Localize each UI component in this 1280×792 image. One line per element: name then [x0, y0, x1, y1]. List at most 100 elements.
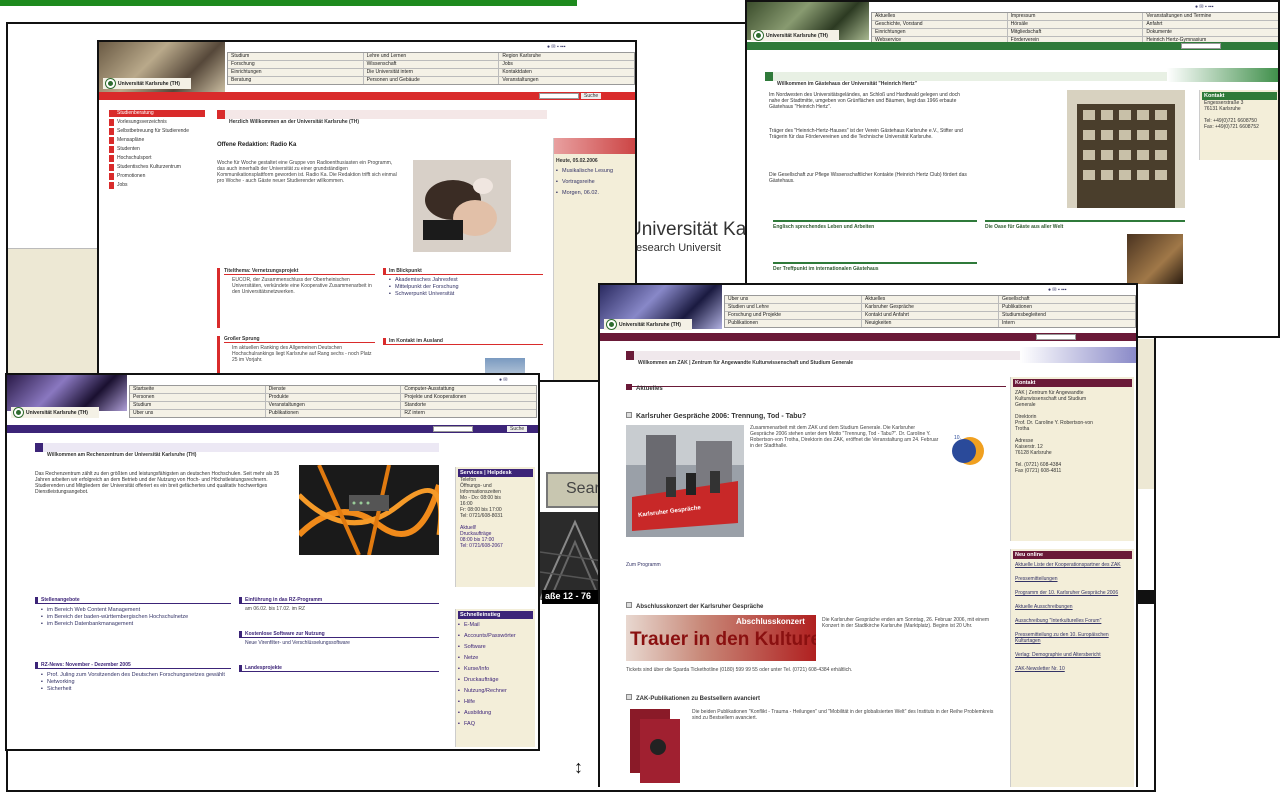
new-online-link[interactable]: Programm der 10. Karlsruher Gespräche 20… [1013, 590, 1132, 596]
box3-title[interactable]: Die Oase für Gäste aus aller Welt [985, 222, 1185, 230]
box1-title[interactable]: Englisch sprechendes Leben und Arbeiten [773, 222, 977, 230]
nav-item[interactable]: Impressum [1007, 13, 1143, 20]
nav-item[interactable]: Kontakt und Anfahrt [862, 312, 998, 319]
news1-title[interactable]: Karlsruher Gespräche 2006: Trennung, Tod… [636, 413, 806, 420]
search-input[interactable] [433, 426, 473, 432]
nav-item[interactable]: Publikationen [265, 410, 401, 417]
new-online-link[interactable]: ZAK-Newsletter Nr. 10 [1013, 666, 1132, 672]
sidebar-item[interactable]: Selbstbetreuung für Studierende [109, 128, 205, 135]
projects-title[interactable]: Landesprojekte [239, 665, 439, 672]
job-item[interactable]: im Bereich Web Content Management [41, 607, 231, 614]
nav-item[interactable]: Produkte [265, 394, 401, 401]
nav-item[interactable]: Gesellschaft [999, 296, 1135, 303]
nav-item[interactable]: Studium [228, 53, 363, 60]
nav-item[interactable]: Intern [999, 320, 1135, 327]
nav-item[interactable]: Einrichtungen [228, 69, 363, 76]
nav-item[interactable]: Einrichtungen [872, 29, 1007, 36]
nav-item[interactable]: Studien und Lehre [725, 304, 861, 311]
nav-item[interactable]: Projekte und Kooperationen [401, 394, 536, 401]
news2-title[interactable]: Abschlusskonzert der Karlsruher Gespräch… [636, 604, 763, 610]
nav-item[interactable]: Forschung [228, 61, 363, 68]
event-item[interactable]: Morgen, 06.02. [556, 190, 633, 197]
top-icons[interactable]: ● ✉ ▪ ▪▪▪ [547, 44, 565, 50]
nav-item[interactable]: Hörsäle [1007, 21, 1143, 28]
nav-item[interactable]: Dienste [265, 386, 401, 393]
quick-link[interactable]: Hilfe [458, 699, 533, 706]
main-site-search-button[interactable]: Search [546, 472, 617, 508]
new-online-link[interactable]: Aktuelle Ausschreibungen [1013, 604, 1132, 610]
nav-item[interactable]: Neuigkeiten [862, 320, 998, 327]
expand-icon[interactable] [626, 602, 632, 608]
sidebar-item[interactable]: Promotionen [109, 173, 205, 180]
new-online-link[interactable]: Pressemitteilung zu den 10. Europäischen… [1013, 632, 1132, 644]
nav-item[interactable]: Personen und Gebäude [363, 77, 499, 84]
new-online-link[interactable]: Verlag: Demographie und Altersbericht [1013, 652, 1132, 658]
nav-item[interactable]: Standorte [401, 402, 536, 409]
nav-item[interactable]: Computer-Ausstattung [401, 386, 536, 393]
breadcrumb[interactable]: Rechenzentrum [7, 434, 46, 440]
nav-item[interactable]: Veranstaltungen [499, 77, 634, 84]
top-icons[interactable]: ● ✉ [499, 377, 508, 383]
job-item[interactable]: im Bereich Datenbankmanagement [41, 621, 231, 628]
new-online-link[interactable]: Aktuelle Liste der Kooperationspartner d… [1013, 562, 1132, 568]
search-input[interactable] [1036, 334, 1076, 340]
quick-link[interactable]: Software [458, 644, 533, 651]
expand-icon[interactable] [626, 412, 632, 418]
new-online-link[interactable]: Ausschreibung "Interkulturelles Forum" [1013, 618, 1132, 624]
nav-item[interactable]: Über uns [725, 296, 861, 303]
nav-item[interactable]: RZ intern [401, 410, 536, 417]
news-item[interactable]: Sicherheit [41, 686, 231, 693]
news2-title[interactable]: Großer Sprung [224, 336, 375, 343]
nav-item[interactable]: Beratung [228, 77, 363, 84]
focus-item[interactable]: Akademisches Jahresfest [389, 277, 543, 284]
breadcrumb[interactable]: ZAK | Zentrum für Angewandte Kulturwisse… [600, 342, 767, 348]
jobs-title[interactable]: Stellenangebote [35, 597, 231, 604]
search-button[interactable]: Suche [581, 93, 602, 99]
logo[interactable]: Universität Karlsruhe (TH) [604, 319, 692, 330]
quick-link[interactable]: Druckaufträge [458, 677, 533, 684]
nav-item[interactable]: Aktuelles [862, 296, 998, 303]
sidebar-item[interactable]: Studentisches Kulturzentrum [109, 164, 205, 171]
nav-item[interactable]: Dokumente [1143, 29, 1278, 36]
top-icons[interactable]: ● ✉ ▪ ▪▪▪ [1195, 4, 1213, 10]
focus-item[interactable]: Mittelpunkt der Forschung [389, 284, 543, 291]
quick-link[interactable]: Nutzung/Rechner [458, 688, 533, 695]
quick-link[interactable]: Accounts/Passwörter [458, 633, 533, 640]
vertical-resize-icon[interactable]: ↕ [574, 757, 583, 778]
event-item[interactable]: Vortragsreihe [556, 179, 633, 186]
quick-link[interactable]: Netze [458, 655, 533, 662]
news-item[interactable]: Networking [41, 679, 231, 686]
nav-item[interactable]: Über uns [130, 410, 265, 417]
nav-item[interactable]: Publikationen [999, 304, 1135, 311]
software-text[interactable]: Neue Virenfilter- und Verschlüsselungsso… [239, 640, 439, 646]
nav-item[interactable]: Mitgliedschaft [1007, 29, 1143, 36]
event-item[interactable]: Musikalische Lesung [556, 168, 633, 175]
nav-item[interactable]: Geschichte, Vorstand [872, 21, 1007, 28]
quick-link[interactable]: FAQ [458, 721, 533, 728]
nav-item[interactable]: Aktuelles [872, 13, 1007, 20]
logo[interactable]: Universität Karlsruhe (TH) [103, 78, 191, 89]
search-input[interactable] [1181, 43, 1221, 49]
nav-item[interactable]: Lehre und Lernen [363, 53, 499, 60]
program-link[interactable]: Zum Programm [626, 562, 661, 568]
breadcrumb[interactable]: Startseite [99, 101, 124, 107]
search-input[interactable] [539, 93, 579, 99]
sidebar-item[interactable]: Mensapläne [109, 137, 205, 144]
nav-item[interactable]: Veranstaltungen und Termine [1143, 13, 1278, 20]
box2-title[interactable]: Der Treffpunkt im internationalen Gästeh… [773, 264, 977, 272]
course-title[interactable]: Einführung in das RZ-Programm [239, 597, 439, 604]
sidebar-item[interactable]: Studenten [109, 146, 205, 153]
nav-item[interactable]: Forschung und Projekte [725, 312, 861, 319]
nav-item[interactable]: Studium [130, 402, 265, 409]
nav-item[interactable]: Region Karlsruhe [499, 53, 634, 60]
article-title[interactable]: Offene Redaktion: Radio Ka [217, 142, 296, 150]
quick-link[interactable]: E-Mail [458, 622, 533, 629]
nav-item[interactable]: Startseite [130, 386, 265, 393]
news-title[interactable]: RZ-News: November - Dezember 2005 [35, 662, 231, 669]
nav-item[interactable]: Veranstaltungen [265, 402, 401, 409]
logo[interactable]: Universität Karlsruhe (TH) [751, 30, 839, 41]
nav-item[interactable]: Die Universität intern [363, 69, 499, 76]
sidebar-item[interactable]: Vorlesungsverzeichnis [109, 119, 205, 126]
sidebar-item[interactable]: Jobs [109, 182, 205, 189]
sidebar-item[interactable]: Hochschulsport [109, 155, 205, 162]
